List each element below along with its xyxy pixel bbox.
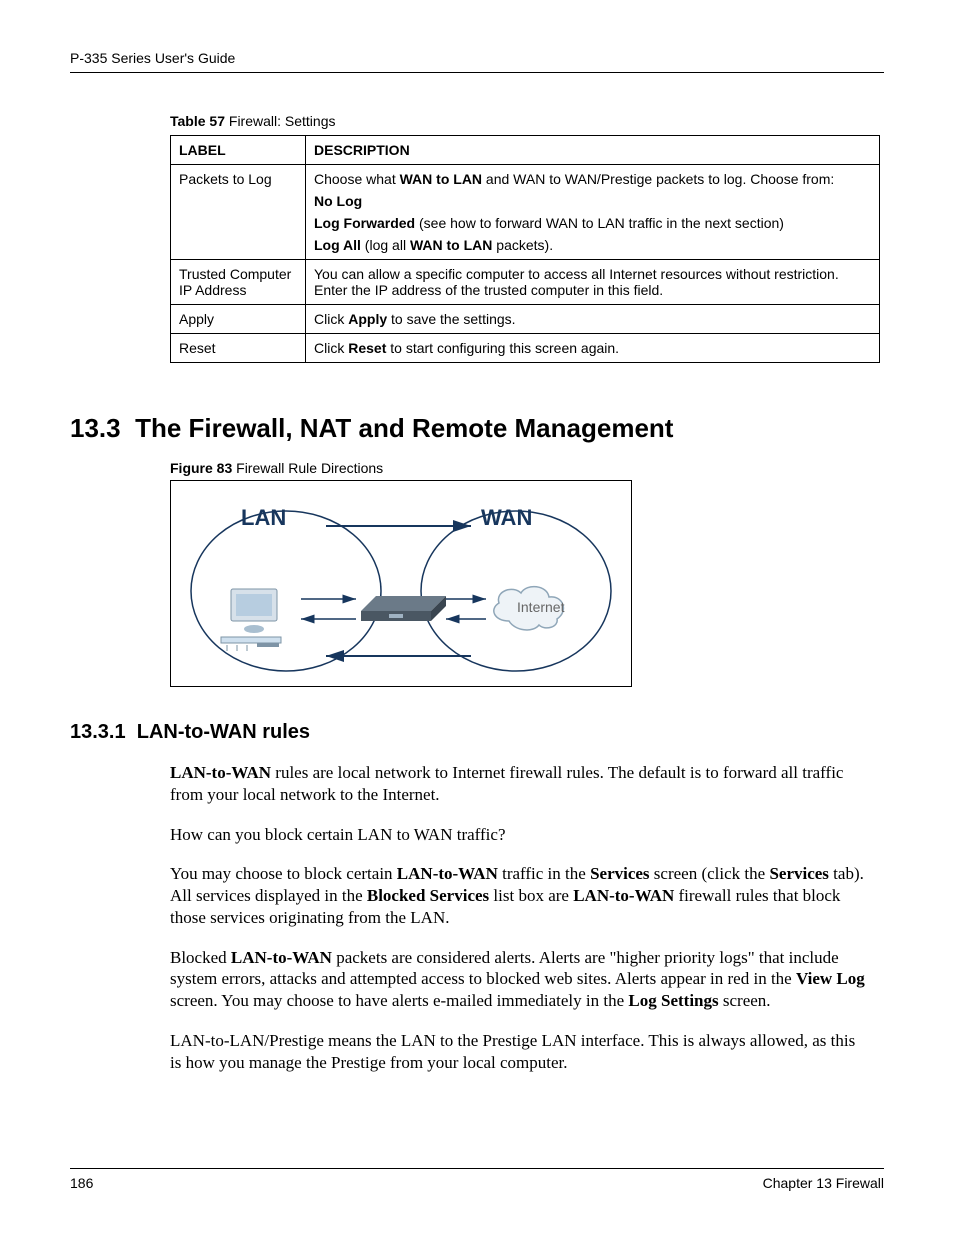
text: How can you block certain LAN to WAN tra… [170, 825, 505, 844]
table-row: Apply Click Apply to save the settings. [171, 305, 880, 334]
figure-title: Firewall Rule Directions [232, 460, 383, 476]
text: to save the settings. [387, 311, 515, 327]
text: Click [314, 340, 348, 356]
page-number: 186 [70, 1175, 93, 1191]
text-bold: Reset [348, 340, 386, 356]
text: screen. [719, 991, 771, 1010]
text-bold: LAN-to-WAN [397, 864, 498, 883]
figure-label-internet: Internet [517, 599, 564, 615]
text-bold: LAN-to-WAN [573, 886, 674, 905]
table-row: Trusted Computer IP Address You can allo… [171, 260, 880, 305]
text-bold: Blocked Services [367, 886, 489, 905]
text: You may choose to block certain [170, 864, 397, 883]
text-bold: LAN-to-WAN [170, 763, 271, 782]
text-bold: No Log [314, 193, 362, 209]
text: screen. You may choose to have alerts e-… [170, 991, 628, 1010]
text: to start configuring this screen again. [386, 340, 619, 356]
table-cell-description: Choose what WAN to LAN and WAN to WAN/Pr… [306, 165, 880, 260]
diagram-svg [171, 481, 631, 686]
text: Blocked [170, 948, 231, 967]
table-cell-label: Trusted Computer IP Address [171, 260, 306, 305]
text-bold: Services [590, 864, 649, 883]
text: screen (click the [650, 864, 770, 883]
text: Click [314, 311, 348, 327]
table-header-label: LABEL [171, 136, 306, 165]
table-cell-label: Reset [171, 334, 306, 363]
text: packets). [492, 237, 553, 253]
table-row: Packets to Log Choose what WAN to LAN an… [171, 165, 880, 260]
text-bold: LAN-to-WAN [231, 948, 332, 967]
settings-table: LABEL DESCRIPTION Packets to Log Choose … [170, 135, 880, 363]
section-heading: 13.3 The Firewall, NAT and Remote Manage… [70, 413, 884, 444]
table-row: Reset Click Reset to start configuring t… [171, 334, 880, 363]
subsection-heading: 13.3.1 LAN-to-WAN rules [70, 721, 884, 744]
figure-number: Figure 83 [170, 460, 232, 476]
table-number: Table 57 [170, 113, 225, 129]
text: list box are [489, 886, 573, 905]
section-title: The Firewall, NAT and Remote Management [135, 413, 673, 443]
text-bold: Apply [348, 311, 387, 327]
text-bold: WAN to LAN [410, 237, 492, 253]
text-bold: Log All [314, 237, 361, 253]
subsection-title: LAN-to-WAN rules [137, 721, 310, 743]
body-text: LAN-to-WAN rules are local network to In… [170, 762, 870, 1073]
text-bold: View Log [796, 969, 865, 988]
page-footer: 186 Chapter 13 Firewall [70, 1168, 884, 1191]
subsection-number: 13.3.1 [70, 721, 126, 743]
text: Choose what [314, 171, 400, 187]
text: rules are local network to Internet fire… [170, 763, 843, 804]
paragraph: You may choose to block certain LAN-to-W… [170, 863, 870, 928]
text-bold: Log Forwarded [314, 215, 415, 231]
table-cell-description: You can allow a specific computer to acc… [306, 260, 880, 305]
text: and WAN to WAN/Prestige packets to log. … [482, 171, 834, 187]
chapter-label: Chapter 13 Firewall [763, 1175, 884, 1191]
table-header-description: DESCRIPTION [306, 136, 880, 165]
text-bold: WAN to LAN [400, 171, 482, 187]
text: You can allow a specific computer to acc… [314, 266, 839, 298]
figure-label-wan: WAN [481, 505, 532, 531]
table-cell-label: Apply [171, 305, 306, 334]
running-header: P-335 Series User's Guide [70, 50, 884, 73]
table-header-row: LABEL DESCRIPTION [171, 136, 880, 165]
text-bold: Services [769, 864, 828, 883]
section-number: 13.3 [70, 413, 121, 443]
table-cell-description: Click Reset to start configuring this sc… [306, 334, 880, 363]
table-caption: Table 57 Firewall: Settings [170, 113, 884, 129]
paragraph: How can you block certain LAN to WAN tra… [170, 824, 870, 846]
table-cell-label: Packets to Log [171, 165, 306, 260]
paragraph: LAN-to-LAN/Prestige means the LAN to the… [170, 1030, 870, 1074]
table-cell-description: Click Apply to save the settings. [306, 305, 880, 334]
text: LAN-to-LAN/Prestige means the LAN to the… [170, 1031, 855, 1072]
text: traffic in the [498, 864, 590, 883]
figure-firewall-directions: LAN WAN Internet [170, 480, 632, 687]
figure-caption: Figure 83 Firewall Rule Directions [170, 460, 884, 476]
figure-label-lan: LAN [241, 505, 286, 531]
paragraph: LAN-to-WAN rules are local network to In… [170, 762, 870, 806]
text-bold: Log Settings [628, 991, 718, 1010]
text: (see how to forward WAN to LAN traffic i… [415, 215, 784, 231]
table-title: Firewall: Settings [225, 113, 335, 129]
paragraph: Blocked LAN-to-WAN packets are considere… [170, 947, 870, 1012]
text: (log all [361, 237, 410, 253]
